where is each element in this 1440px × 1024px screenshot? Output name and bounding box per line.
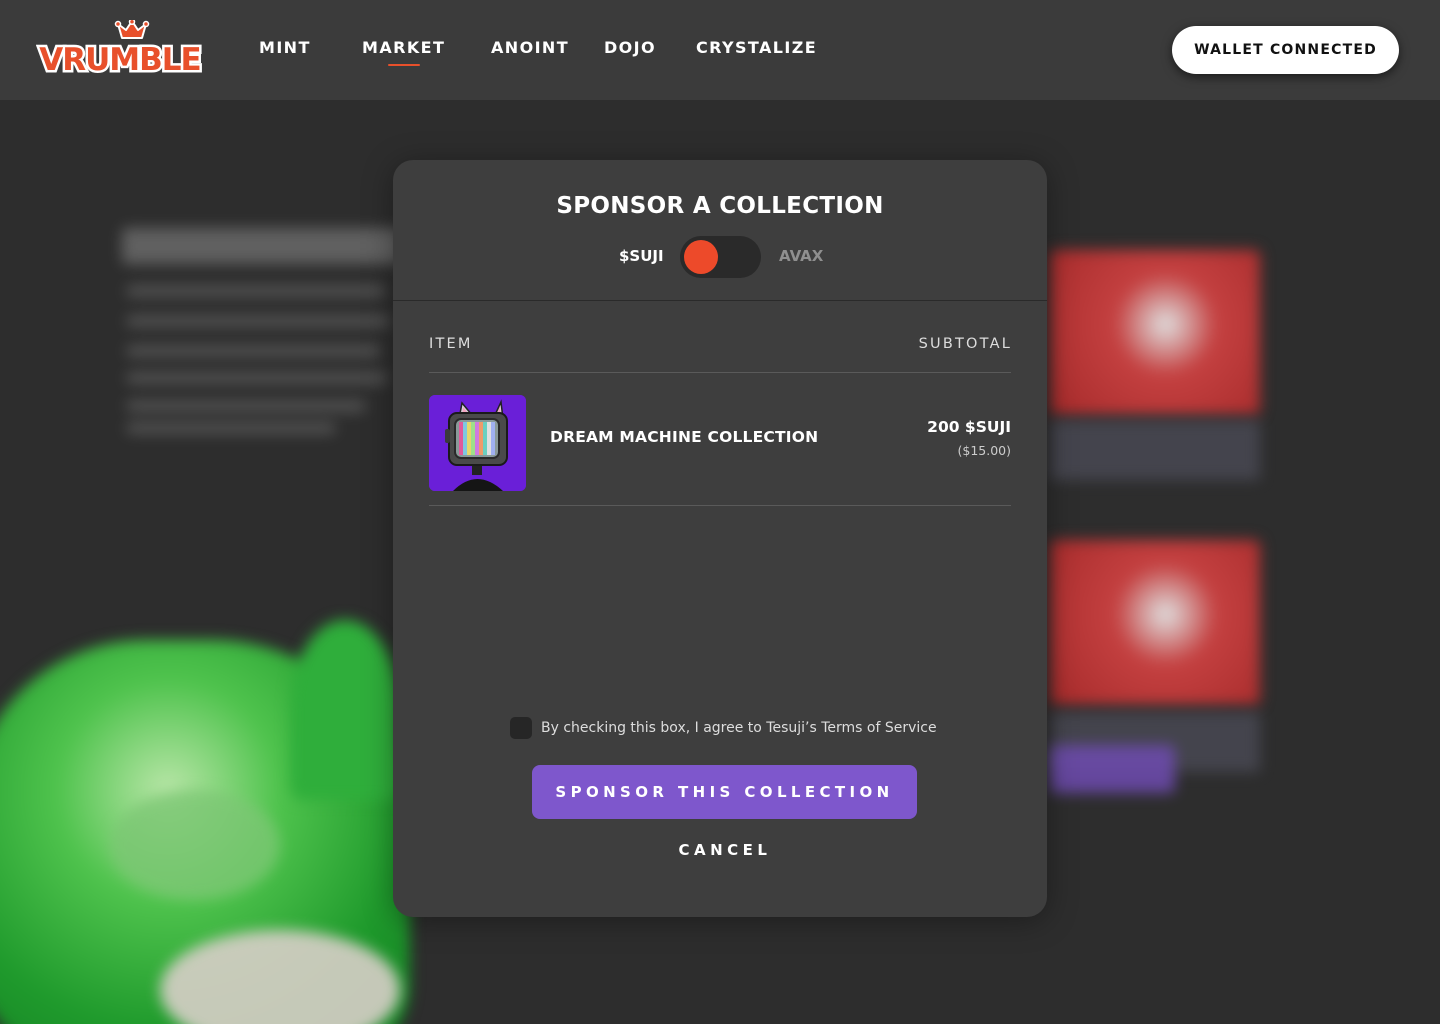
nav-item-market[interactable]: MARKET — [362, 38, 445, 68]
background-heading — [122, 228, 402, 264]
sponsor-collection-modal: SPONSOR A COLLECTION $SUJI AVAX ITEM SUB… — [393, 160, 1047, 917]
nav-item-dojo[interactable]: DOJO — [604, 38, 656, 68]
tv-head-cat-icon — [429, 395, 526, 491]
background-character-ear — [290, 620, 400, 800]
top-navigation-bar: VRUMBLE MINT MARKET ANOINT DOJO CRYSTALI… — [0, 0, 1440, 100]
crown-icon — [114, 20, 150, 39]
background-nft-card — [1050, 250, 1260, 415]
background-text-line — [126, 372, 388, 384]
background-text-line — [126, 400, 366, 412]
collection-name: DREAM MACHINE COLLECTION — [550, 428, 819, 446]
table-header-divider — [429, 372, 1011, 373]
modal-title: SPONSOR A COLLECTION — [556, 193, 884, 219]
active-nav-indicator — [387, 64, 420, 66]
modal-header-divider — [393, 300, 1047, 301]
nav-item-crystalize[interactable]: CRYSTALIZE — [696, 38, 817, 68]
nav-item-mint[interactable]: MINT — [259, 38, 311, 68]
toggle-knob — [684, 240, 718, 274]
terms-label: By checking this box, I agree to Tesuji’… — [541, 720, 937, 736]
currency-toggle-switch[interactable] — [680, 236, 761, 278]
background-text-line — [126, 315, 391, 327]
background-nft-card — [1050, 540, 1260, 705]
terms-checkbox[interactable] — [510, 717, 532, 739]
background-text-line — [126, 345, 381, 357]
nav-item-anoint[interactable]: ANOINT — [491, 38, 569, 68]
currency-label-suji[interactable]: $SUJI — [619, 247, 664, 265]
collection-thumbnail — [429, 395, 526, 491]
vrumble-logo[interactable]: VRUMBLE — [36, 20, 204, 80]
currency-label-avax[interactable]: AVAX — [779, 247, 823, 265]
background-card-info — [1050, 420, 1260, 480]
logo-wordmark: VRUMBLE — [39, 42, 200, 78]
table-row-divider — [429, 505, 1011, 506]
background-text-line — [126, 422, 336, 434]
column-header-subtotal: SUBTOTAL — [918, 336, 1012, 352]
subtotal-price: 200 $SUJI — [927, 418, 1011, 436]
background-text-line — [126, 285, 386, 297]
wallet-connected-button[interactable]: WALLET CONNECTED — [1172, 26, 1399, 74]
background-character-face — [110, 790, 280, 900]
cancel-button[interactable]: CANCEL — [625, 838, 825, 862]
subtotal-usd: ($15.00) — [957, 443, 1012, 458]
background-card-button — [1050, 745, 1175, 793]
column-header-item: ITEM — [429, 336, 473, 352]
sponsor-collection-button[interactable]: SPONSOR THIS COLLECTION — [532, 765, 917, 819]
